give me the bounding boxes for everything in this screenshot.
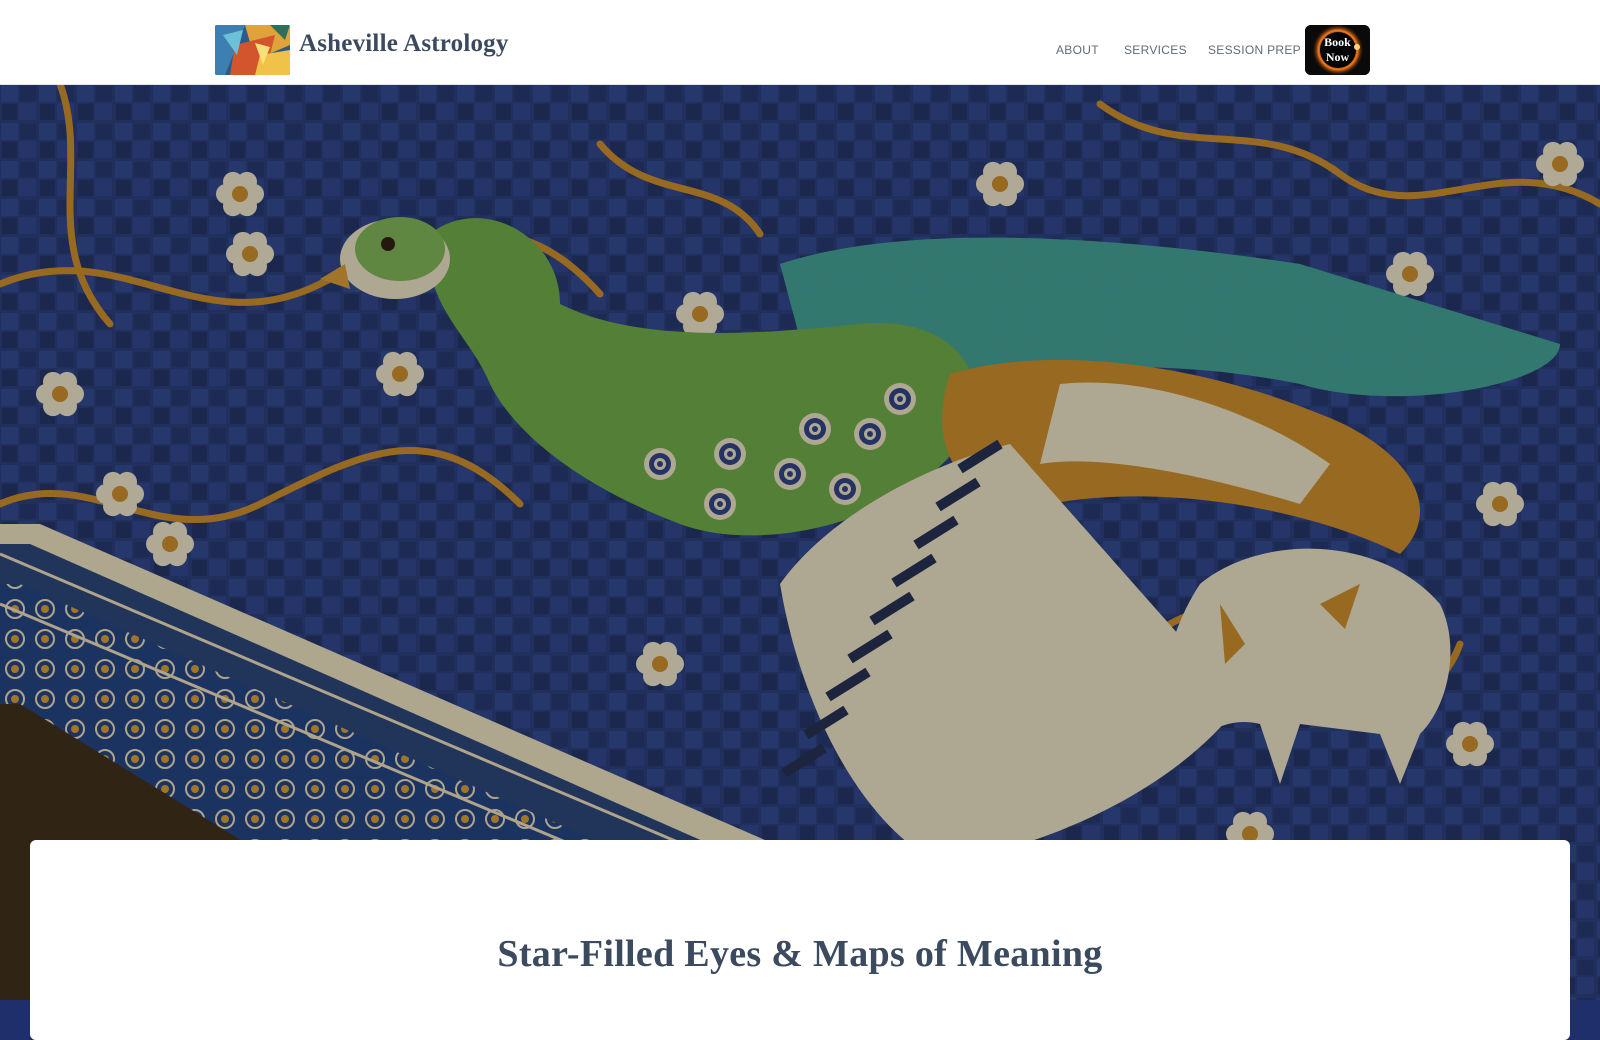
book-now-line1: Book <box>1324 35 1351 49</box>
page-heading: Star-Filled Eyes & Maps of Meaning <box>497 933 1103 975</box>
site-header: Asheville Astrology ABOUT SERVICES SESSI… <box>0 0 1600 85</box>
nav-session-prep[interactable]: SESSION PREP <box>1208 43 1301 57</box>
content-card: Star-Filled Eyes & Maps of Meaning <box>30 840 1570 1040</box>
site-title[interactable]: Asheville Astrology <box>299 30 509 58</box>
book-now-button[interactable]: Book Now <box>1305 25 1370 75</box>
nav-services[interactable]: SERVICES <box>1124 43 1187 57</box>
nav-about[interactable]: ABOUT <box>1056 43 1099 57</box>
book-now-line2: Now <box>1325 50 1350 64</box>
site-logo[interactable] <box>215 25 290 75</box>
